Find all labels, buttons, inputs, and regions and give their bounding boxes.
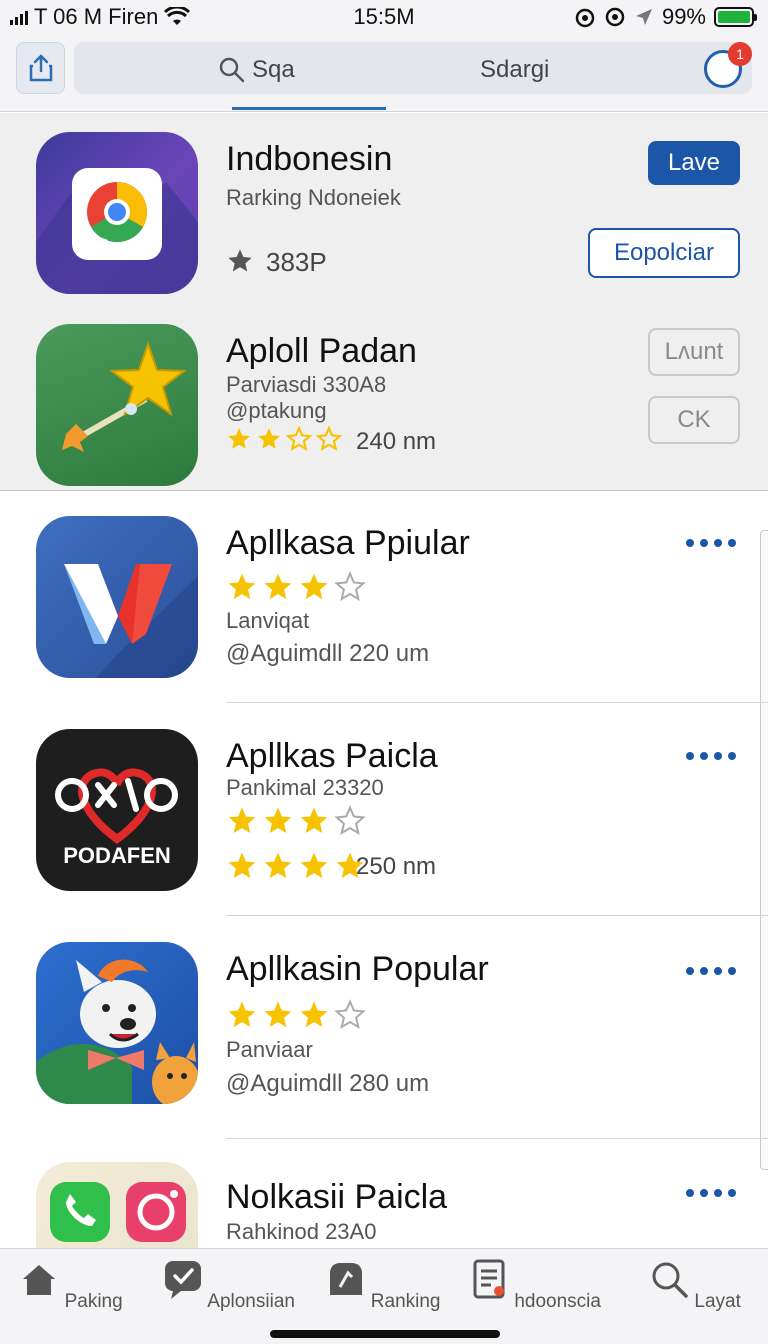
star-icon <box>264 852 292 878</box>
featured-rating-2: 240 nm <box>356 428 437 455</box>
app-stars-1 <box>226 571 366 603</box>
battery-icon <box>714 7 757 27</box>
tab-label: Layat <box>694 1291 741 1312</box>
star-half-icon <box>286 426 312 451</box>
dog-cartoon-icon[interactable] <box>36 942 198 1104</box>
share-icon <box>29 54 52 82</box>
tab-label: Ranking <box>370 1291 441 1312</box>
star-icon <box>258 428 280 449</box>
star-icon <box>300 573 328 599</box>
featured-title-1[interactable]: Indbonesin <box>226 140 392 179</box>
featured-primary-button[interactable]: Lave <box>648 141 740 185</box>
app-icon-art <box>62 340 187 452</box>
app-rating-2: 250 nm <box>356 853 437 880</box>
star-icon <box>228 428 250 449</box>
star-icon <box>264 573 292 599</box>
app-title-1[interactable]: Apllkasa Ppiular <box>226 524 470 563</box>
star-icon <box>228 573 256 599</box>
app-icon-art <box>64 564 198 678</box>
app-stars-2b <box>226 850 366 882</box>
star-outline-icon <box>334 999 366 1030</box>
rotation-lock-icon <box>605 7 625 27</box>
tab-layat[interactable]: Layat <box>620 1259 768 1313</box>
tab-hdoonscia[interactable]: hdoonscia <box>460 1259 610 1313</box>
podafen-heart-icon[interactable]: PODAFEN <box>36 729 198 891</box>
w-logo-icon[interactable] <box>36 516 198 678</box>
featured-button-launch[interactable]: Lʌunt <box>648 328 740 376</box>
app-title-4[interactable]: Nolkasii Paicla <box>226 1178 447 1217</box>
tab-label: hdoonscia <box>514 1291 601 1312</box>
featured-rating-1: 383P <box>266 247 327 277</box>
star-icon <box>228 807 256 833</box>
app-subtitle-4: Rahkinod 23A0 <box>226 1219 377 1244</box>
featured-subtitle-2: Parviasdi 330A8 <box>226 372 387 397</box>
app-icon-label: PODAFEN <box>63 843 171 868</box>
more-options-icon[interactable] <box>686 967 736 975</box>
featured-button-ok[interactable]: CK <box>648 396 740 444</box>
app-icon-art <box>36 959 198 1104</box>
star-icon <box>300 1001 328 1027</box>
app-stars-2 <box>226 805 366 837</box>
app-stars-3 <box>226 999 366 1031</box>
star-icon <box>264 807 292 833</box>
app-title-3[interactable]: Apllkasin Popular <box>226 950 489 989</box>
home-indicator[interactable] <box>270 1330 500 1338</box>
search-bar[interactable]: Sqa Sdargi 1 <box>74 42 752 94</box>
featured-meta-2: @ptakung <box>226 398 327 423</box>
app-subtitle-2: Pankimal 23320 <box>226 775 384 800</box>
star-wand-icon[interactable] <box>36 324 198 486</box>
app-subtitle-3: Panviaar <box>226 1037 313 1062</box>
document-icon <box>473 1259 505 1299</box>
search-secondary-label[interactable]: Sdargi <box>480 56 549 84</box>
tab-indicator <box>232 107 386 110</box>
battery-percent: 99% <box>661 4 706 29</box>
star-icon <box>228 1001 256 1027</box>
app-title-2[interactable]: Apllkas Paicla <box>226 737 438 776</box>
chat-check-icon <box>165 1261 202 1299</box>
featured-stars-2 <box>226 426 342 452</box>
share-button[interactable] <box>16 42 65 94</box>
status-bar: T 06 M Firen 15:5M 99% <box>0 0 768 36</box>
home-icon <box>23 1265 56 1295</box>
tab-label: Aplonsiian <box>207 1291 295 1312</box>
search-input[interactable]: Sqa <box>252 56 295 84</box>
scrollbar[interactable] <box>760 530 768 1170</box>
tab-aplonsiian[interactable]: Aplonsiian <box>154 1259 304 1313</box>
star-icon <box>228 249 252 272</box>
star-icon <box>300 807 328 833</box>
featured-subtitle-1: Rarking Ndoneiek <box>226 185 401 210</box>
more-options-icon[interactable] <box>686 752 736 760</box>
chrome-like-icon[interactable] <box>36 132 198 294</box>
tab-label: Paking <box>64 1291 123 1312</box>
list-divider <box>226 1138 768 1139</box>
notification-badge: 1 <box>728 42 752 66</box>
app-meta-3: @Aguimdll 280 um <box>226 1070 430 1097</box>
more-options-icon[interactable] <box>686 539 736 547</box>
search-icon <box>652 1262 688 1298</box>
list-divider <box>226 702 768 703</box>
alarm-icon <box>575 8 595 28</box>
star-outline-icon <box>334 571 366 602</box>
star-icon <box>264 1001 292 1027</box>
tab-ranking[interactable]: Ranking <box>308 1259 458 1313</box>
star-half-icon <box>316 426 342 451</box>
app-subtitle-1: Lanviqat <box>226 608 310 633</box>
app-meta-1: @Aguimdll 220 um <box>226 640 430 667</box>
status-right: 99% <box>574 4 757 30</box>
ranking-icon <box>329 1263 362 1295</box>
featured-section: Indbonesin Rarking Ndoneiek 383P Lave Eo… <box>0 113 768 491</box>
search-icon <box>219 57 245 83</box>
star-outline-icon <box>334 805 366 836</box>
location-icon <box>635 9 652 25</box>
tab-paking[interactable]: Paking <box>0 1259 146 1313</box>
app-icon-art <box>36 168 198 294</box>
header: Sqa Sdargi 1 <box>0 36 768 112</box>
featured-secondary-button[interactable]: Eopolciar <box>588 228 740 278</box>
list-divider <box>226 915 768 916</box>
star-icon <box>300 852 328 878</box>
star-icon <box>228 852 256 878</box>
featured-title-2[interactable]: Aploll Padan <box>226 332 417 371</box>
more-options-icon[interactable] <box>686 1189 736 1197</box>
